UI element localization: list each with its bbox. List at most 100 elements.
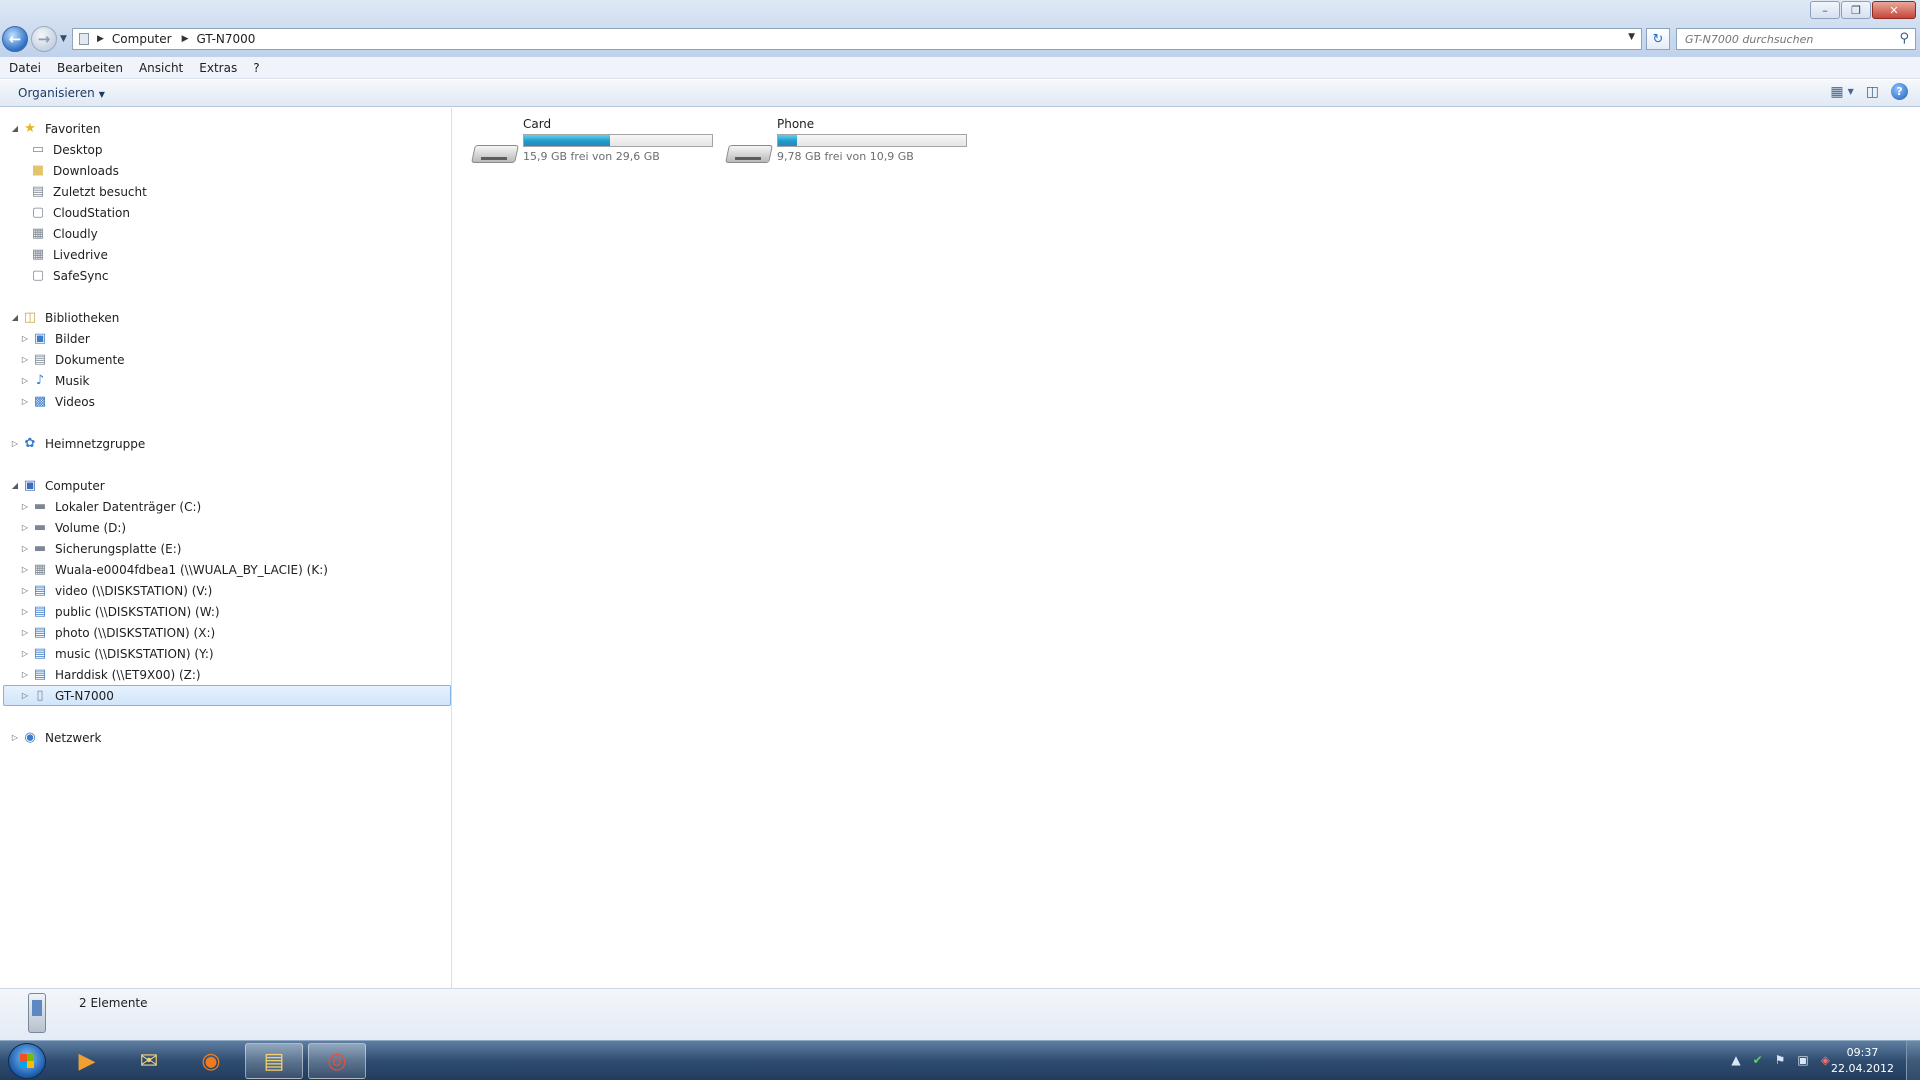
search-icon[interactable]: ⚲ xyxy=(1899,31,1909,46)
preview-pane-icon[interactable]: ◫ xyxy=(1866,84,1879,100)
tree-item-cloudly[interactable]: ▦ Cloudly xyxy=(30,223,98,244)
tree-libraries[interactable]: ◢ ◫ Bibliotheken xyxy=(10,307,119,328)
window-controls: – ❐ ✕ xyxy=(1809,1,1916,19)
expand-triangle-icon[interactable]: ▷ xyxy=(10,439,20,448)
tree-item-safesync[interactable]: ▢ SafeSync xyxy=(30,265,109,286)
collapse-triangle-icon[interactable]: ◢ xyxy=(10,313,20,322)
taskbar-explorer[interactable]: ▤ xyxy=(245,1043,303,1079)
tree-item-drive-d[interactable]: ▷ ▬ Volume (D:) xyxy=(20,517,126,538)
expand-triangle-icon[interactable]: ▷ xyxy=(20,565,30,574)
tree-item-drive-c[interactable]: ▷ ▬ Lokaler Datenträger (C:) xyxy=(20,496,201,517)
tree-computer[interactable]: ◢ ▣ Computer xyxy=(10,475,105,496)
tree-item-recent[interactable]: ▤ Zuletzt besucht xyxy=(30,181,147,202)
clock[interactable]: 09:37 22.04.2012 xyxy=(1831,1045,1894,1077)
tree-network[interactable]: ▷ ◉ Netzwerk xyxy=(10,727,102,748)
expand-triangle-icon[interactable]: ▷ xyxy=(10,733,20,742)
tree-item-livedrive[interactable]: ▦ Livedrive xyxy=(30,244,108,265)
taskbar-chrome[interactable]: ◎ xyxy=(308,1043,366,1079)
expand-triangle-icon[interactable]: ▷ xyxy=(20,691,30,700)
expand-triangle-icon[interactable]: ▷ xyxy=(20,544,30,553)
minimize-button[interactable]: – xyxy=(1810,1,1840,19)
network-drive-icon: ▤ xyxy=(33,646,47,661)
folder-icon: ▢ xyxy=(31,205,45,220)
tree-item-drive-w[interactable]: ▷ ▤ public (\\DISKSTATION) (W:) xyxy=(20,601,220,622)
expand-triangle-icon[interactable]: ▷ xyxy=(20,334,30,343)
tree-item-gt-n7000[interactable]: ▷ ▯ GT-N7000 xyxy=(20,685,114,706)
drive-free-space: 9,78 GB frei von 10,9 GB xyxy=(777,150,914,163)
expand-triangle-icon[interactable]: ▷ xyxy=(20,355,30,364)
tree-label: Livedrive xyxy=(53,247,108,262)
chrome-icon: ◎ xyxy=(327,1048,347,1074)
taskbar-mail[interactable]: ✉ xyxy=(120,1043,178,1079)
taskbar-firefox[interactable]: ◉ xyxy=(182,1043,240,1079)
maximize-button[interactable]: ❐ xyxy=(1841,1,1871,19)
start-button[interactable] xyxy=(8,1043,46,1079)
address-bar[interactable]: ▶ Computer ▶ GT-N7000 ▼ xyxy=(72,28,1642,50)
menu-extras[interactable]: Extras xyxy=(199,61,237,75)
calendar-drive-icon: ▦ xyxy=(33,562,47,577)
homegroup-icon: ✿ xyxy=(24,436,36,451)
expand-triangle-icon[interactable]: ▷ xyxy=(20,607,30,616)
volume-muted-icon[interactable]: ◈ xyxy=(1821,1053,1830,1067)
tree-item-downloads[interactable]: ■ Downloads xyxy=(30,160,119,181)
organize-button[interactable]: Organisieren ▼ xyxy=(18,86,105,100)
menu-ansicht[interactable]: Ansicht xyxy=(139,61,183,75)
tree-item-drive-v[interactable]: ▷ ▤ video (\\DISKSTATION) (V:) xyxy=(20,580,212,601)
tree-item-drive-e[interactable]: ▷ ▬ Sicherungsplatte (E:) xyxy=(20,538,182,559)
tree-item-videos[interactable]: ▷ ▩ Videos xyxy=(20,391,95,412)
view-options-icon[interactable]: ▦ xyxy=(1830,84,1843,100)
close-button[interactable]: ✕ xyxy=(1872,1,1916,19)
expand-triangle-icon[interactable]: ▷ xyxy=(20,376,30,385)
address-history-dropdown[interactable]: ▼ xyxy=(1628,32,1635,42)
tree-label: Bibliotheken xyxy=(45,310,120,325)
menu-help[interactable]: ? xyxy=(253,61,259,75)
search-box[interactable]: ⚲ xyxy=(1676,28,1916,50)
back-button[interactable]: ← xyxy=(2,26,28,52)
breadcrumb-gt-n7000[interactable]: GT-N7000 xyxy=(197,32,256,46)
tree-item-drive-x[interactable]: ▷ ▤ photo (\\DISKSTATION) (X:) xyxy=(20,622,215,643)
tree-item-drive-k[interactable]: ▷ ▦ Wuala-e0004fdbea1 (\\WUALA_BY_LACIE)… xyxy=(20,559,328,580)
tree-item-drive-z[interactable]: ▷ ▤ Harddisk (\\ET9X00) (Z:) xyxy=(20,664,201,685)
expand-triangle-icon[interactable]: ▷ xyxy=(20,628,30,637)
tree-item-cloudstation[interactable]: ▢ CloudStation xyxy=(30,202,130,223)
help-icon[interactable]: ? xyxy=(1891,83,1908,100)
drive-usage-fill xyxy=(524,135,611,146)
taskbar-media-player[interactable]: ▶ xyxy=(58,1043,116,1079)
collapse-triangle-icon[interactable]: ◢ xyxy=(10,124,20,133)
expand-triangle-icon[interactable]: ▷ xyxy=(20,502,30,511)
tree-label: Sicherungsplatte (E:) xyxy=(55,541,182,556)
expand-triangle-icon[interactable]: ▷ xyxy=(20,397,30,406)
phone-icon: ▯ xyxy=(36,688,44,703)
tree-item-bilder[interactable]: ▷ ▣ Bilder xyxy=(20,328,90,349)
recent-pages-dropdown[interactable]: ▼ xyxy=(60,34,67,44)
tree-item-musik[interactable]: ▷ ♪ Musik xyxy=(20,370,90,391)
tree-label: Cloudly xyxy=(53,226,98,241)
expand-triangle-icon[interactable]: ▷ xyxy=(20,523,30,532)
tree-item-desktop[interactable]: ▭ Desktop xyxy=(30,139,103,160)
expand-triangle-icon[interactable]: ▷ xyxy=(20,649,30,658)
refresh-button[interactable]: ↻ xyxy=(1646,28,1670,50)
show-hidden-icons-icon[interactable]: ▲ xyxy=(1731,1053,1740,1067)
tree-item-drive-y[interactable]: ▷ ▤ music (\\DISKSTATION) (Y:) xyxy=(20,643,214,664)
view-options-dropdown-icon[interactable]: ▼ xyxy=(1848,87,1854,96)
tree-favorites[interactable]: ◢ ★ Favoriten xyxy=(10,118,101,139)
breadcrumb-computer[interactable]: Computer xyxy=(112,32,172,46)
expand-triangle-icon[interactable]: ▷ xyxy=(20,586,30,595)
menu-bearbeiten[interactable]: Bearbeiten xyxy=(57,61,123,75)
network-status-icon[interactable]: ▣ xyxy=(1797,1053,1808,1067)
chevron-right-icon[interactable]: ▶ xyxy=(97,34,104,44)
tree-homegroup[interactable]: ▷ ✿ Heimnetzgruppe xyxy=(10,433,145,454)
flag-icon[interactable]: ⚑ xyxy=(1775,1053,1786,1067)
security-icon[interactable]: ✔ xyxy=(1753,1053,1763,1067)
drive-card[interactable]: Card 15,9 GB frei von 29,6 GB xyxy=(471,117,713,171)
drive-phone[interactable]: Phone 9,78 GB frei von 10,9 GB xyxy=(725,117,967,171)
content-pane: Card 15,9 GB frei von 29,6 GB Phone 9,78… xyxy=(453,108,1920,988)
tree-item-dokumente[interactable]: ▷ ▤ Dokumente xyxy=(20,349,125,370)
forward-button[interactable]: → xyxy=(31,26,57,52)
chevron-right-icon[interactable]: ▶ xyxy=(182,34,189,44)
show-desktop-button[interactable] xyxy=(1906,1041,1920,1080)
collapse-triangle-icon[interactable]: ◢ xyxy=(10,481,20,490)
menu-datei[interactable]: Datei xyxy=(9,61,41,75)
search-input[interactable] xyxy=(1685,32,1885,46)
expand-triangle-icon[interactable]: ▷ xyxy=(20,670,30,679)
